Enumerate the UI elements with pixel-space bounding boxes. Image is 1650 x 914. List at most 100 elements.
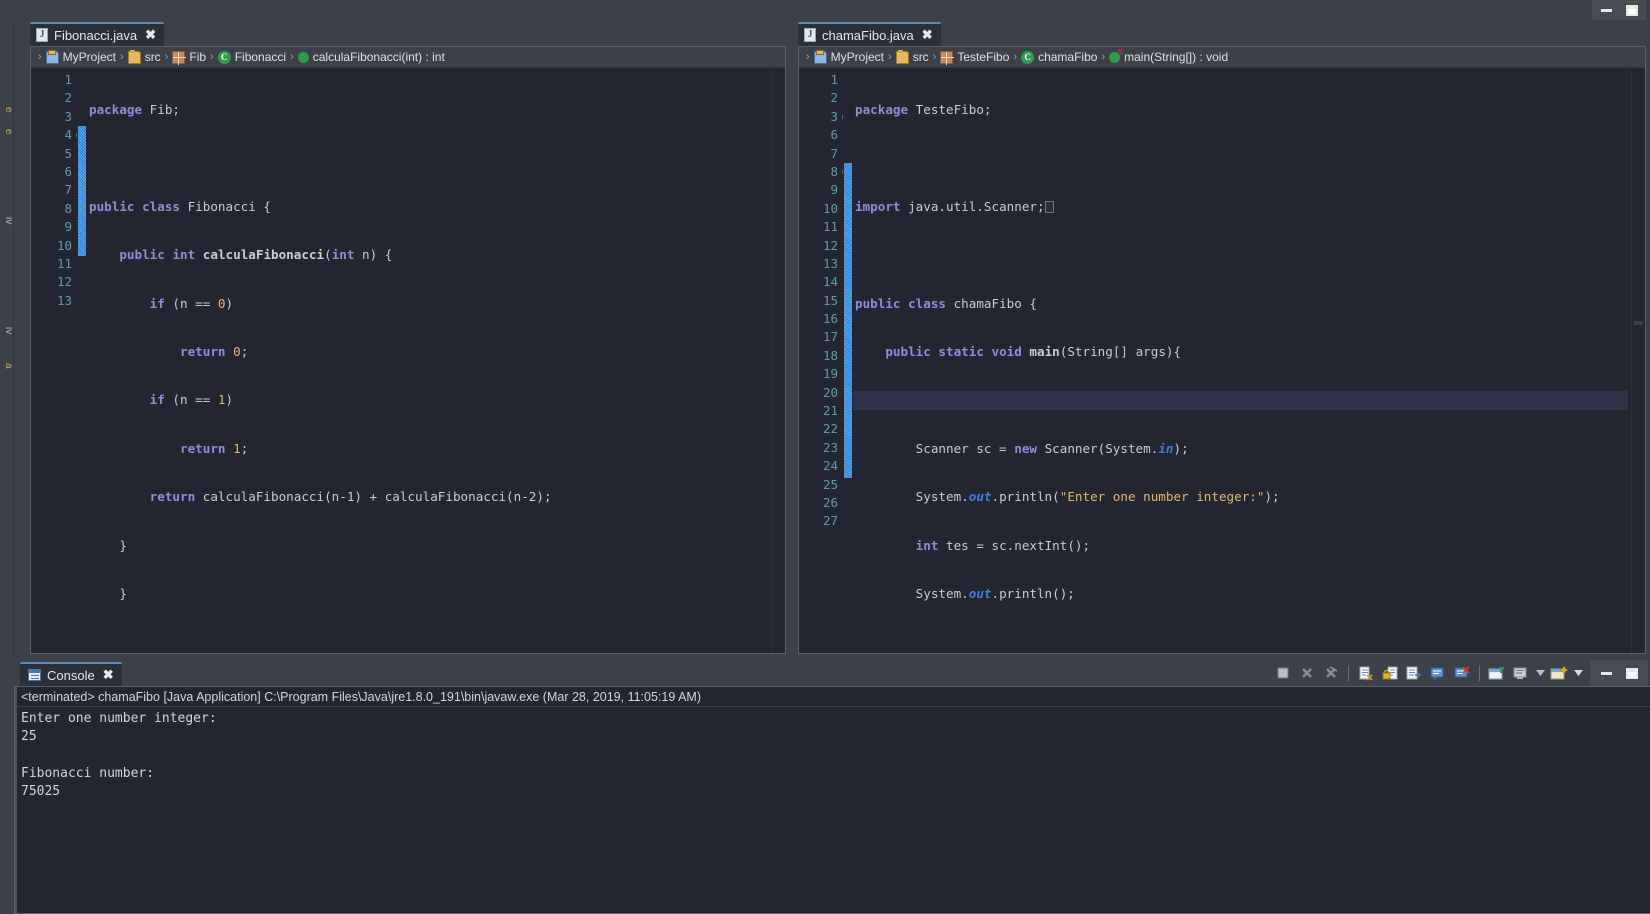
console-maximize-button[interactable]: [1624, 665, 1640, 681]
minimized-views-rail: e e iv iv a: [0, 20, 14, 660]
method-icon: [297, 51, 309, 63]
chevron-right-icon: ›: [210, 51, 214, 63]
remove-launch-button[interactable]: [1296, 662, 1318, 684]
line-number: 11: [56, 255, 72, 271]
code-line: public class Fibonacci {: [89, 198, 271, 214]
clear-console-button[interactable]: [1355, 662, 1377, 684]
editor-panel-chamafibo: chamaFibo.java ✖ › MyProject › src › Tes…: [790, 20, 1650, 658]
launch-status-line: <terminated> chamaFibo [Java Application…: [15, 687, 1650, 707]
breadcrumb-item-src[interactable]: src: [127, 49, 161, 64]
rail-tab-2[interactable]: iv: [0, 210, 13, 232]
code-line: public int calculaFibonacci(int n) {: [119, 247, 393, 263]
code-text-left[interactable]: package Fib; public class Fibonacci { pu…: [87, 68, 771, 653]
breadcrumb-item-myproject[interactable]: MyProject: [813, 49, 884, 64]
close-icon[interactable]: ✖: [145, 27, 156, 43]
code-line: package TesteFibo;: [855, 102, 992, 117]
breadcrumb-item-class[interactable]: chamaFibo: [1021, 50, 1097, 64]
line-number: 13: [56, 292, 72, 308]
new-console-view-button[interactable]: [1510, 662, 1532, 684]
fold-bar-right[interactable]: [843, 68, 853, 653]
breadcrumb-item-method[interactable]: calculaFibonacci(int) : int: [297, 50, 445, 64]
window-minimize-button[interactable]: [1598, 2, 1614, 18]
line-number: 27: [822, 513, 838, 529]
terminate-button[interactable]: [1272, 662, 1294, 684]
breadcrumb-item-myproject[interactable]: MyProject: [45, 49, 116, 64]
rail-tab-3[interactable]: iv: [0, 320, 13, 342]
line-number: 3: [64, 108, 72, 124]
new-console-dropdown-arrow-icon[interactable]: [1572, 662, 1584, 684]
line-number: 20: [822, 384, 838, 400]
new-console-dropdown-button[interactable]: [1548, 662, 1570, 684]
breadcrumb-item-package[interactable]: TesteFibo: [940, 50, 1009, 65]
breadcrumb-item-class[interactable]: Fibonacci: [217, 50, 287, 64]
chevron-right-icon: ›: [806, 51, 810, 63]
toolbar-separator: [1479, 665, 1480, 681]
breadcrumb-label: Fib: [189, 50, 207, 64]
console-icon: [28, 669, 41, 681]
rail-tab-4[interactable]: a: [0, 356, 13, 376]
line-number: 25: [822, 476, 838, 492]
code-area-left[interactable]: 1 2 3 4 5 6 7 8 9 10 11 12 13 package Fi…: [31, 68, 785, 653]
breadcrumb-left: › MyProject › src › Fib › Fibonacci ›: [31, 47, 785, 68]
breadcrumb-label: src: [912, 50, 929, 64]
tab-console[interactable]: Console ✖: [20, 662, 122, 686]
pin-console-button[interactable]: [1403, 662, 1425, 684]
line-number: 2: [64, 90, 72, 106]
console-dropdown-arrow-icon[interactable]: [1534, 662, 1546, 684]
line-number: 21: [822, 403, 838, 419]
breadcrumb-label: Fibonacci: [234, 50, 287, 64]
line-number: 2: [830, 90, 838, 106]
code-line: }: [89, 537, 127, 553]
rail-tab-1[interactable]: e: [0, 122, 13, 142]
breadcrumb-item-src[interactable]: src: [895, 49, 929, 64]
editor-tabstrip-left: Fibonacci.java ✖: [14, 20, 790, 46]
line-number: 14: [822, 274, 838, 290]
display-selected-console-button[interactable]: [1427, 662, 1449, 684]
window-maximize-button[interactable]: [1624, 2, 1640, 18]
chevron-right-icon: ›: [1101, 51, 1106, 63]
overview-ruler-left[interactable]: [771, 68, 785, 653]
line-number: 19: [822, 366, 838, 382]
open-console-button[interactable]: [1486, 662, 1508, 684]
close-icon[interactable]: ✖: [103, 667, 114, 683]
line-number: 13: [822, 255, 838, 271]
code-line: public static void main(String[] args){: [885, 343, 1182, 359]
breadcrumb-item-method[interactable]: main(String[]) : void: [1109, 48, 1229, 64]
breadcrumb-label: main(String[]) : void: [1124, 50, 1229, 64]
close-icon[interactable]: ✖: [922, 27, 933, 43]
code-line: if (n == 0): [149, 295, 234, 311]
line-number: 12: [822, 237, 838, 253]
fold-range-indicator: [78, 126, 86, 256]
tab-chamafibo-java[interactable]: chamaFibo.java ✖: [798, 22, 941, 46]
code-area-right[interactable]: 1 2 3 6 7 8 9 10 11 12 13 14 15 16 17 18…: [799, 68, 1645, 653]
console-panel: Console ✖ <terminated> chamaFibo [Java A…: [14, 660, 1650, 914]
line-number: 4: [31, 126, 86, 144]
overview-ruler-right[interactable]: [1631, 68, 1645, 653]
fold-bar-left[interactable]: [77, 68, 87, 653]
code-text-right[interactable]: package TesteFibo; import java.util.Scan…: [853, 68, 1631, 653]
chevron-right-icon: ›: [120, 51, 124, 63]
method-static-icon: [1109, 48, 1123, 63]
line-number: 5: [64, 145, 72, 161]
console-body[interactable]: <terminated> chamaFibo [Java Application…: [14, 686, 1650, 914]
console-minimize-button[interactable]: [1598, 665, 1614, 681]
code-line: System.out.println("Enter one number int…: [855, 489, 1280, 505]
folded-region-icon[interactable]: [1044, 200, 1054, 213]
project-folder-icon: [45, 49, 59, 64]
overview-marker: [1634, 321, 1643, 325]
scroll-lock-button[interactable]: [1379, 662, 1401, 684]
breadcrumb-item-package[interactable]: Fib: [172, 50, 207, 65]
chevron-right-icon: ›: [1013, 51, 1018, 63]
remove-all-terminated-button[interactable]: [1320, 662, 1342, 684]
line-number: 6: [830, 127, 838, 143]
console-toolbar: [1270, 660, 1650, 686]
close-console-button[interactable]: [1451, 662, 1473, 684]
line-number: 1: [64, 72, 72, 87]
chevron-right-icon: ›: [164, 51, 169, 63]
tab-fibonacci-java[interactable]: Fibonacci.java ✖: [30, 22, 165, 46]
java-file-icon: [804, 28, 816, 42]
chevron-right-icon: ›: [290, 51, 294, 63]
rail-tab-0[interactable]: e: [0, 100, 13, 120]
